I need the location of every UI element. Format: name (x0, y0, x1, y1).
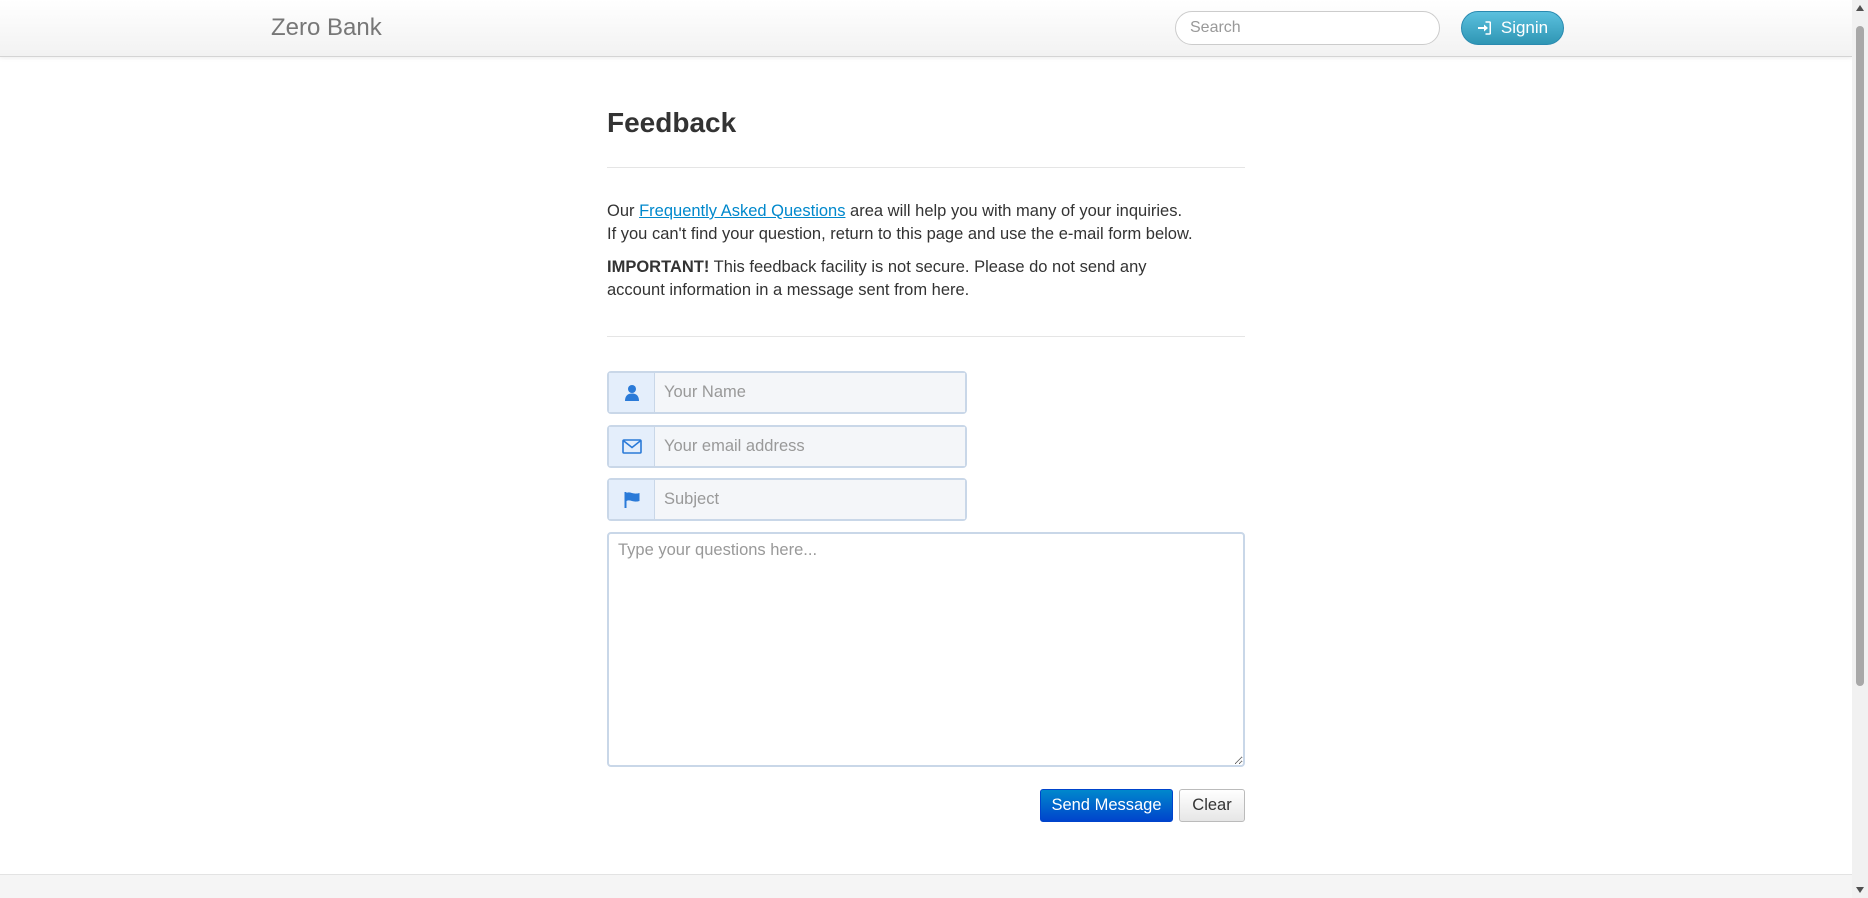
important-label: IMPORTANT! (607, 258, 710, 276)
signin-icon (1477, 21, 1491, 35)
clear-button[interactable]: Clear (1179, 789, 1245, 822)
intro-suffix: area will help you with many of your inq… (845, 202, 1183, 220)
scroll-up-arrow-icon[interactable] (1852, 0, 1868, 16)
search-input[interactable] (1175, 11, 1440, 45)
page-title: Feedback (607, 107, 737, 138)
subject-field[interactable] (655, 480, 965, 519)
name-field[interactable] (655, 373, 965, 412)
signin-label: Signin (1500, 18, 1549, 37)
navbar: Zero Bank Signin (0, 0, 1852, 57)
important-line2: account information in a message sent fr… (607, 281, 970, 299)
email-field[interactable] (655, 427, 965, 466)
faq-link[interactable]: Frequently Asked Questions (639, 202, 845, 220)
intro-text: Our Frequently Asked Questions area will… (607, 200, 1245, 246)
send-message-button[interactable]: Send Message (1040, 789, 1173, 822)
brand-logo[interactable]: Zero Bank (271, 14, 382, 42)
envelope-icon (609, 427, 655, 466)
divider (607, 336, 1245, 337)
name-input-group (607, 371, 967, 414)
scroll-down-arrow-icon[interactable] (1852, 882, 1868, 898)
divider (607, 167, 1245, 168)
important-line1: This feedback facility is not secure. Pl… (709, 258, 1147, 276)
email-input-group (607, 425, 967, 468)
intro-line2: If you can't find your question, return … (607, 225, 1193, 243)
intro-prefix: Our (607, 202, 640, 220)
subject-input-group (607, 478, 967, 521)
message-textarea[interactable] (607, 532, 1245, 767)
flag-icon (609, 480, 655, 519)
important-text: IMPORTANT! This feedback facility is not… (607, 256, 1245, 302)
footer (0, 874, 1852, 898)
user-icon (609, 373, 655, 412)
scrollbar-thumb[interactable] (1856, 26, 1864, 686)
signin-button[interactable]: Signin (1461, 11, 1564, 45)
vertical-scrollbar[interactable] (1852, 0, 1868, 898)
page: Zero Bank Signin Feedback Our Frequently… (0, 0, 1868, 898)
